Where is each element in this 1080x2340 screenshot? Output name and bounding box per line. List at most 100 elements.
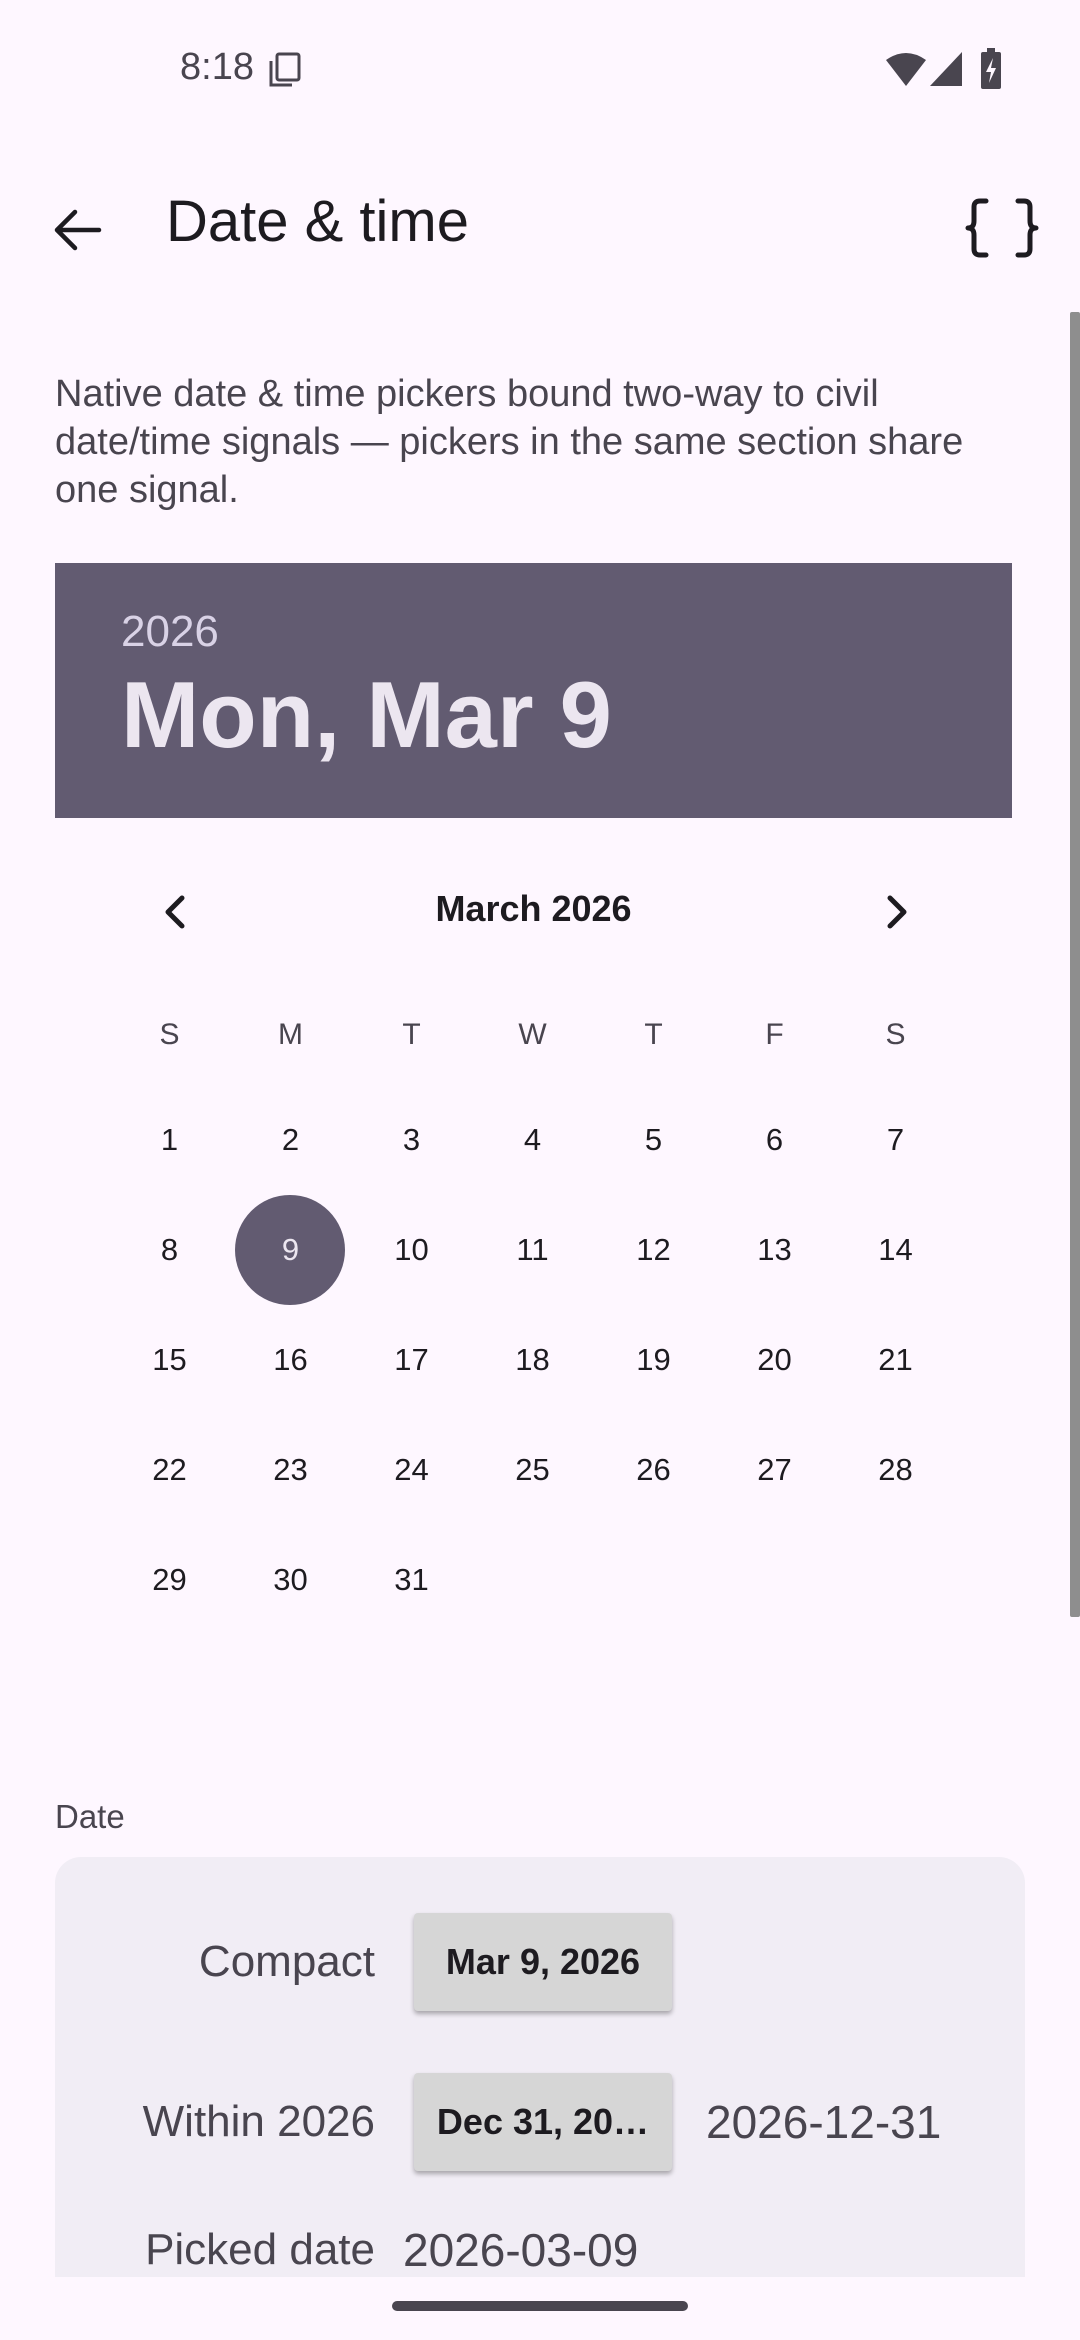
section-label-date: Date xyxy=(55,1798,125,1835)
calendar-day[interactable]: 6 xyxy=(714,1085,835,1195)
day-number: 10 xyxy=(394,1232,429,1267)
calendar-day[interactable]: 16 xyxy=(230,1305,351,1415)
code-view-button[interactable] xyxy=(958,184,1046,272)
within-iso-value: 2026-12-31 xyxy=(706,2096,942,2148)
calendar-day[interactable]: 11 xyxy=(472,1195,593,1305)
picker-selected-date: Mon, Mar 9 xyxy=(121,662,612,767)
compact-label: Compact xyxy=(198,1937,375,1986)
day-number: 8 xyxy=(160,1232,179,1267)
date-picker-header: 2026 Mon, Mar 9 xyxy=(55,563,1012,818)
day-number: 23 xyxy=(273,1452,308,1487)
calendar-day[interactable]: 10 xyxy=(351,1195,472,1305)
calendar-day[interactable]: 26 xyxy=(593,1415,714,1525)
calendar-day[interactable]: 20 xyxy=(714,1305,835,1415)
page-title: Date & time xyxy=(166,189,469,254)
day-number: 21 xyxy=(878,1342,913,1377)
calendar-day-selected[interactable]: 9 xyxy=(230,1195,351,1305)
status-bar: 8:18 xyxy=(0,0,1080,140)
calendar-day[interactable]: 19 xyxy=(593,1305,714,1415)
calendar-day[interactable]: 31 xyxy=(351,1525,472,1635)
day-number: 28 xyxy=(878,1452,913,1487)
calendar-day[interactable]: 13 xyxy=(714,1195,835,1305)
weekday-label: S xyxy=(885,1018,906,1051)
day-number: 20 xyxy=(757,1342,792,1377)
day-number: 31 xyxy=(394,1562,429,1597)
calendar-day[interactable]: 1 xyxy=(109,1085,230,1195)
calendar-day[interactable]: 5 xyxy=(593,1085,714,1195)
day-number: 9 xyxy=(281,1232,300,1267)
day-number: 19 xyxy=(636,1342,671,1377)
day-number: 22 xyxy=(152,1452,187,1487)
calendar-day[interactable]: 7 xyxy=(835,1085,956,1195)
back-button[interactable] xyxy=(38,190,118,270)
calendar-day[interactable]: 2 xyxy=(230,1085,351,1195)
day-number: 26 xyxy=(636,1452,671,1487)
battery-charging-icon xyxy=(980,48,1002,95)
compact-date-button[interactable]: Mar 9, 2026 xyxy=(414,1913,672,2011)
day-number: 13 xyxy=(757,1232,792,1267)
day-number: 27 xyxy=(757,1452,792,1487)
calendar-days: 1 2 3 4 5 6 7 8 9 10 11 12 13 14 15 16 1… xyxy=(109,1085,957,1635)
app-bar: Date & time xyxy=(0,170,1080,280)
day-number: 24 xyxy=(394,1452,429,1487)
month-navigation: March 2026 xyxy=(55,880,1012,944)
calendar-day[interactable]: 22 xyxy=(109,1415,230,1525)
calendar-day[interactable]: 30 xyxy=(230,1525,351,1635)
calendar-day[interactable]: 3 xyxy=(351,1085,472,1195)
day-number: 1 xyxy=(160,1122,179,1157)
arrow-back-icon xyxy=(54,209,102,251)
calendar-day[interactable]: 25 xyxy=(472,1415,593,1525)
day-number: 3 xyxy=(402,1122,421,1157)
calendar-day[interactable]: 15 xyxy=(109,1305,230,1415)
weekday-label: T xyxy=(402,1018,421,1051)
chevron-right-icon xyxy=(887,895,907,929)
screenshot-icon xyxy=(268,52,302,88)
picked-date-value: 2026-03-09 xyxy=(403,2224,639,2276)
weekday-label: F xyxy=(765,1018,784,1051)
calendar-day[interactable]: 18 xyxy=(472,1305,593,1415)
within-label: Within 2026 xyxy=(142,2097,375,2146)
day-number: 12 xyxy=(636,1232,671,1267)
weekday-label: W xyxy=(518,1018,547,1051)
calendar-day[interactable]: 21 xyxy=(835,1305,956,1415)
calendar-day[interactable]: 12 xyxy=(593,1195,714,1305)
day-number: 7 xyxy=(886,1122,905,1157)
weekday-header: S M T W T F S xyxy=(109,1018,957,1062)
day-number: 17 xyxy=(394,1342,429,1377)
next-month-button[interactable] xyxy=(861,880,933,944)
day-number: 2 xyxy=(281,1122,300,1157)
calendar-day[interactable]: 23 xyxy=(230,1415,351,1525)
calendar-day[interactable]: 29 xyxy=(109,1525,230,1635)
day-number: 4 xyxy=(523,1122,542,1157)
picked-date-label: Picked date xyxy=(145,2225,375,2274)
wifi-icon xyxy=(884,52,928,93)
weekday-label: S xyxy=(159,1018,180,1051)
day-number: 16 xyxy=(273,1342,308,1377)
calendar-day[interactable]: 17 xyxy=(351,1305,472,1415)
signal-icon xyxy=(928,50,964,93)
date-card: Compact Mar 9, 2026 Within 2026 Dec 31, … xyxy=(55,1857,1025,2277)
weekday-label: T xyxy=(644,1018,663,1051)
calendar-day[interactable]: 24 xyxy=(351,1415,472,1525)
calendar-day[interactable]: 27 xyxy=(714,1415,835,1525)
scrollbar[interactable] xyxy=(1070,312,1080,1617)
calendar-day[interactable]: 28 xyxy=(835,1415,956,1525)
status-time: 8:18 xyxy=(180,46,254,88)
day-number: 25 xyxy=(515,1452,550,1487)
calendar-day[interactable]: 14 xyxy=(835,1195,956,1305)
within-date-button[interactable]: Dec 31, 20… xyxy=(414,2073,672,2171)
day-number: 5 xyxy=(644,1122,663,1157)
day-number: 6 xyxy=(765,1122,784,1157)
picker-year[interactable]: 2026 xyxy=(121,607,219,657)
calendar-day[interactable]: 4 xyxy=(472,1085,593,1195)
home-indicator[interactable] xyxy=(392,2301,688,2311)
weekday-label: M xyxy=(278,1018,303,1051)
day-number: 14 xyxy=(878,1232,913,1267)
day-number: 18 xyxy=(515,1342,550,1377)
day-number: 29 xyxy=(152,1562,187,1597)
day-number: 15 xyxy=(152,1342,187,1377)
description-text: Native date & time pickers bound two-way… xyxy=(55,373,964,511)
day-number: 11 xyxy=(516,1232,549,1267)
day-number: 30 xyxy=(273,1562,308,1597)
calendar-day[interactable]: 8 xyxy=(109,1195,230,1305)
